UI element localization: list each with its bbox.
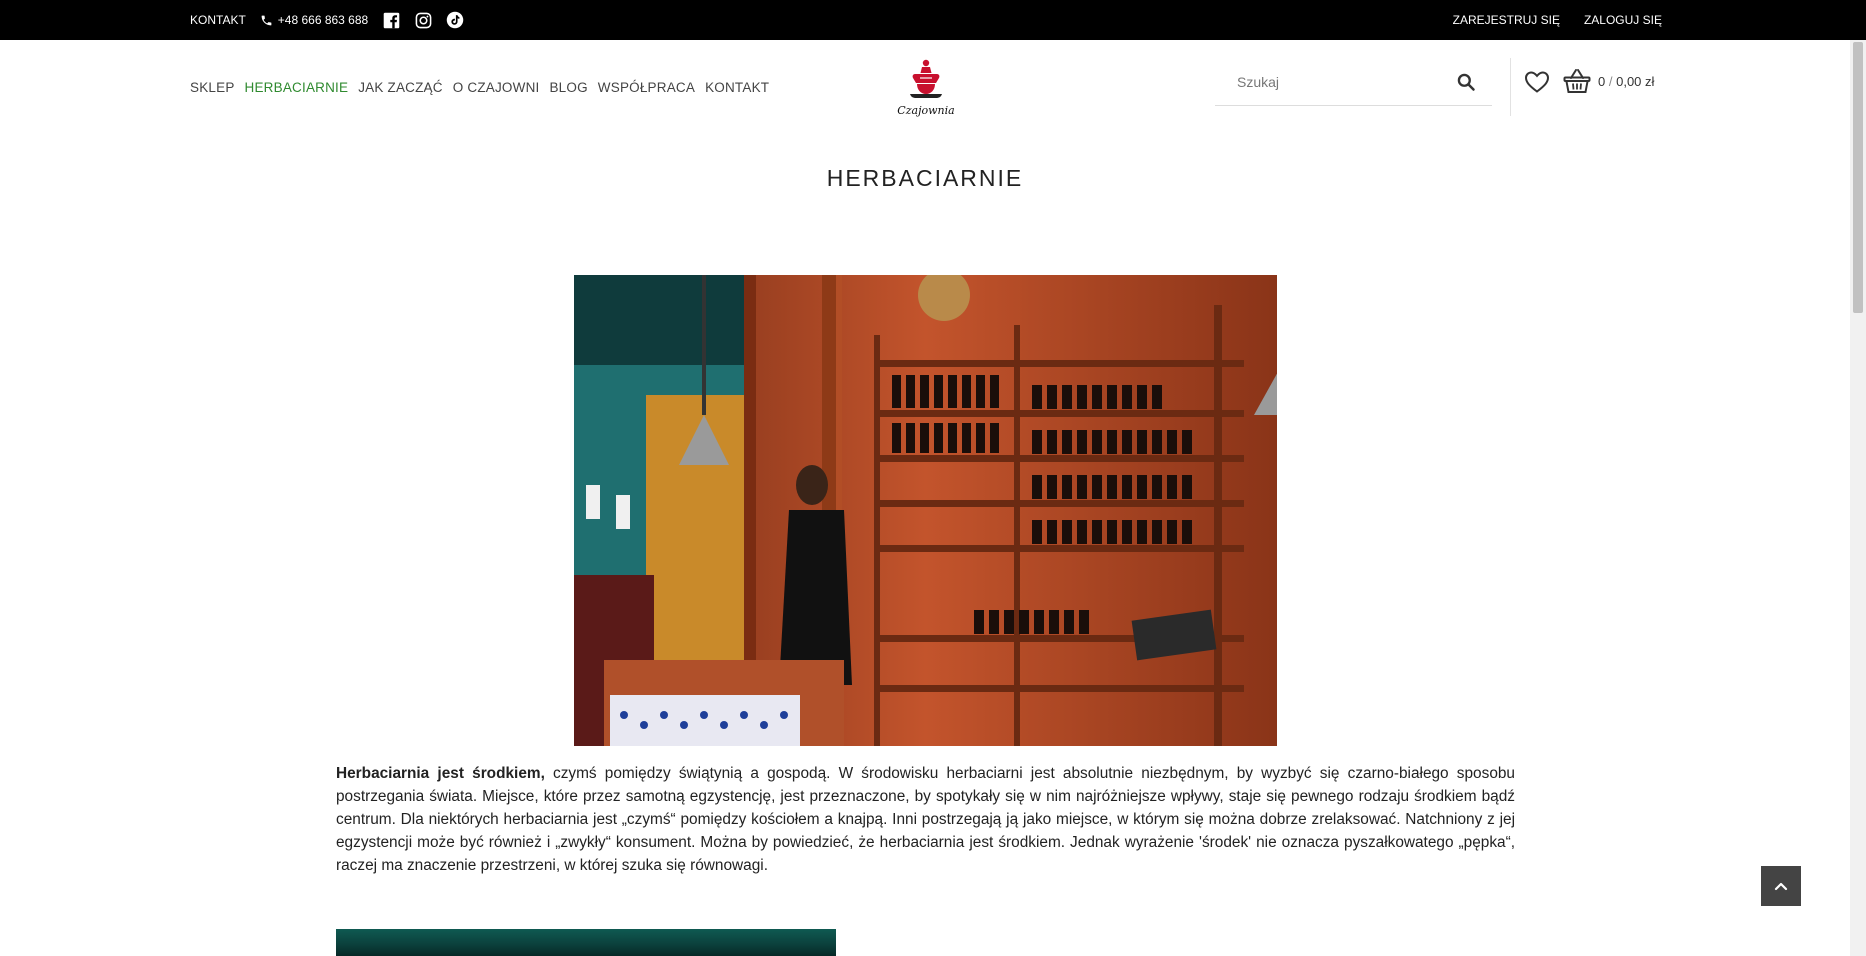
article-intro: Herbaciarnia jest środkiem, czymś pomięd… <box>336 762 1515 877</box>
phone-icon <box>261 15 272 25</box>
facebook-icon[interactable] <box>382 11 400 29</box>
back-to-top-button[interactable] <box>1761 866 1801 906</box>
instagram-icon[interactable] <box>414 11 432 29</box>
page-scrollbar[interactable] <box>1850 40 1866 956</box>
main-nav: SKLEP HERBACIARNIE JAK ZACZĄĆ O CZAJOWNI… <box>190 80 769 95</box>
nav-item-wspolpraca[interactable]: WSPÓŁPRACA <box>598 80 695 95</box>
heart-icon[interactable] <box>1524 70 1550 94</box>
header-divider <box>1510 58 1511 116</box>
second-photo <box>336 929 836 956</box>
logo-text: Czajownia <box>897 104 954 117</box>
nav-item-herbaciarnie[interactable]: HERBACIARNIE <box>245 80 349 95</box>
cart-summary[interactable]: 0 / 0,00 zł <box>1598 74 1654 89</box>
nav-item-o-czajowni[interactable]: O CZAJOWNI <box>453 80 540 95</box>
cart-count: 0 <box>1598 74 1606 89</box>
phone-number: +48 666 863 688 <box>277 13 369 27</box>
search-input[interactable] <box>1237 70 1437 94</box>
article-intro-bold: Herbaciarnia jest środkiem, <box>336 765 545 782</box>
nav-item-sklep[interactable]: SKLEP <box>190 80 235 95</box>
top-bar: KONTAKT +48 666 863 688 ZAREJESTRUJ SIĘ … <box>0 0 1866 40</box>
register-link[interactable]: ZAREJESTRUJ SIĘ <box>1453 13 1560 27</box>
teahouse-photo <box>574 275 1277 746</box>
nav-item-jak-zaczac[interactable]: JAK ZACZĄĆ <box>358 80 443 95</box>
topbar-contact-link[interactable]: KONTAKT <box>190 13 246 27</box>
search-box <box>1215 60 1492 106</box>
topbar-phone-link[interactable]: +48 666 863 688 <box>260 13 368 27</box>
scrollbar-thumb[interactable] <box>1853 42 1863 313</box>
tiktok-icon[interactable] <box>446 11 464 29</box>
page-title: HERBACIARNIE <box>826 165 1024 191</box>
nav-item-kontakt[interactable]: KONTAKT <box>705 80 769 95</box>
chevron-up-icon <box>1774 882 1788 891</box>
nav-item-blog[interactable]: BLOG <box>549 80 587 95</box>
basket-icon[interactable] <box>1563 67 1591 95</box>
search-icon[interactable] <box>1456 72 1478 94</box>
czajownia-logo[interactable]: Czajownia <box>895 56 957 120</box>
cart-separator: / <box>1608 74 1613 89</box>
cart-total: 0,00 zł <box>1616 74 1655 89</box>
site-header: SKLEP HERBACIARNIE JAK ZACZĄĆ O CZAJOWNI… <box>0 40 1850 140</box>
login-link[interactable]: ZALOGUJ SIĘ <box>1584 13 1662 27</box>
